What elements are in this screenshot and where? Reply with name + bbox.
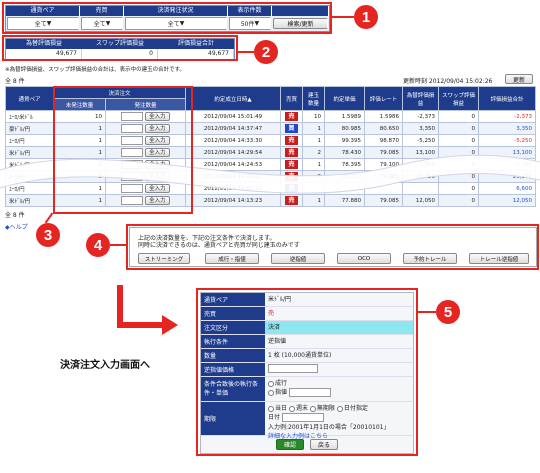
col-fx-pl: 為替評価損益 <box>402 86 439 111</box>
cell-total-pl: 3,350 <box>478 122 536 135</box>
count-bottom: 全 8 件 <box>5 212 25 219</box>
cell-fx-pl: 3,350 <box>402 122 439 135</box>
cell-date: 2012/09/04 15:01:49 <box>185 110 281 123</box>
col-pos-qty: 建玉数量 <box>302 86 325 111</box>
badge-3: 3 <box>36 223 60 247</box>
cell-pos-qty: 10 <box>302 110 325 123</box>
cell-side: 売 <box>280 110 303 123</box>
highlight-box-1 <box>2 2 332 34</box>
cell-swap-pl: 0 <box>438 110 479 123</box>
badge-4: 4 <box>86 233 110 257</box>
cell-rate: 80.650 <box>364 122 403 135</box>
arrow-label: 決済注文入力画面へ <box>60 360 150 371</box>
updated-time: 更新時刻 2012/09/04 15:02:26 <box>403 78 493 85</box>
col-side: 売買 <box>280 86 303 111</box>
badge-1: 1 <box>354 5 378 29</box>
pl-note: ※為替評価損益、スワップ評価損益の合計は、表示中の建玉の合計です。 <box>5 67 186 73</box>
cell-fx-pl: -2,373 <box>402 110 439 123</box>
highlight-box-5 <box>196 288 418 456</box>
highlight-box-3 <box>53 86 193 214</box>
cell-rate: 1.5986 <box>364 110 403 123</box>
cell-price: 1.5989 <box>324 110 365 123</box>
cell-date: 2012/09/04 14:37:47 <box>185 122 281 135</box>
refresh-button[interactable]: 更新 <box>505 74 533 84</box>
cell-pos-qty: 1 <box>302 122 325 135</box>
col-date[interactable]: 約定成立日時▲ <box>185 86 281 111</box>
cell-swap-pl: 0 <box>438 122 479 135</box>
cell-side: 買 <box>280 122 303 135</box>
help-link[interactable]: ◆ヘルプ <box>5 222 28 231</box>
highlight-box-2 <box>2 35 238 61</box>
col-price: 約定単価 <box>324 86 365 111</box>
arrow-icon <box>117 285 178 335</box>
col-rate: 評価レート <box>364 86 403 111</box>
col-total-pl: 評価損益合計 <box>478 86 536 111</box>
cell-pair: 豪ﾄﾞﾙ/円 <box>5 122 54 135</box>
cell-total-pl: -2,373 <box>478 110 536 123</box>
count-top: 全 8 件 <box>5 78 25 85</box>
col-pair: 通貨ペア <box>5 86 54 111</box>
cell-pair: ﾕｰﾛ/米ﾄﾞﾙ <box>5 110 54 123</box>
side-badge: 売 <box>285 112 298 121</box>
side-badge: 買 <box>285 124 298 133</box>
badge-5: 5 <box>436 300 460 324</box>
cell-price: 80.985 <box>324 122 365 135</box>
col-swap-pl: スワップ評価損益 <box>438 86 479 111</box>
highlight-box-4 <box>126 224 539 270</box>
badge-2: 2 <box>254 40 278 64</box>
